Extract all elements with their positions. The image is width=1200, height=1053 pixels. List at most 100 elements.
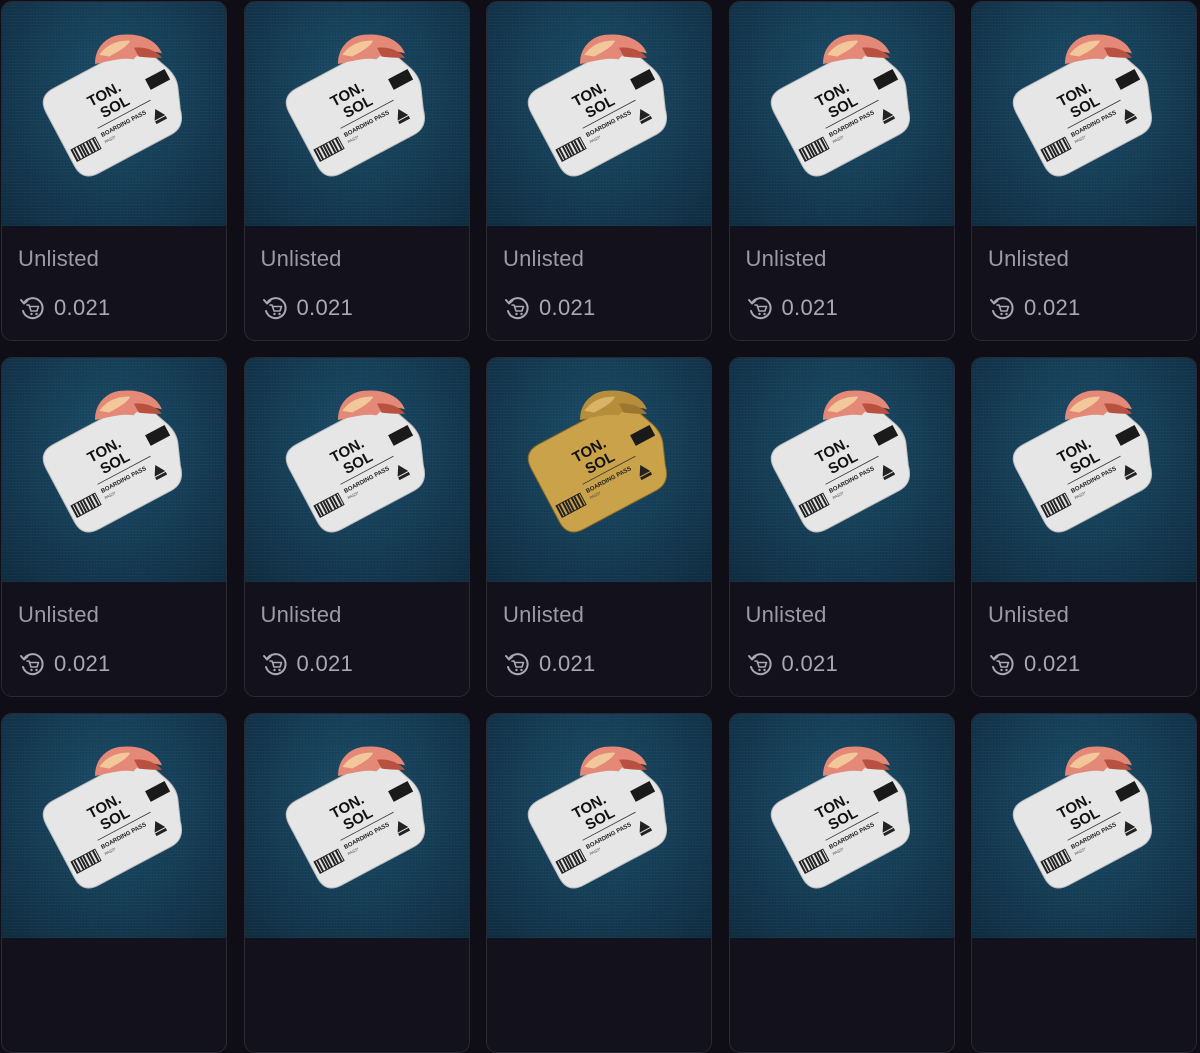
nft-card[interactable]: TON. SOL BOARDING PASS PASS* xyxy=(1,357,227,697)
price-value: 0.021 xyxy=(781,651,839,676)
boarding-pass-ticket-icon: TON. SOL BOARDING PASS PASS* xyxy=(285,390,425,533)
nft-card-info: Unlisted 0.021 xyxy=(729,582,954,696)
nft-image[interactable]: TON. SOL BOARDING PASS PASS* xyxy=(2,2,226,226)
nft-image[interactable]: TON. SOL BOARDING PASS PASS* xyxy=(972,714,1196,938)
nft-grid: TON. SOL BOARDING PASS PASS* Unlisted 0.… xyxy=(1,1,1197,1053)
price-row: 0.021 xyxy=(746,650,839,678)
boarding-pass-ticket-icon: TON. SOL BOARDING PASS PASS* xyxy=(42,34,183,177)
nft-image[interactable]: TON. SOL BOARDING PASS PASS* xyxy=(487,714,711,938)
nft-card[interactable]: TON. SOL BOARDING PASS PASS* xyxy=(243,713,470,1053)
nft-card-info xyxy=(487,938,711,1052)
boarding-pass-ticket-icon: TON. SOL BOARDING PASS PASS* xyxy=(42,746,183,889)
nft-card[interactable]: TON. SOL BOARDING PASS PASS* xyxy=(728,713,955,1053)
nft-image[interactable]: TON. SOL BOARDING PASS PASS* xyxy=(2,358,226,582)
nft-card[interactable]: TON. SOL BOARDING PASS PASS* xyxy=(971,713,1197,1053)
nft-card[interactable]: TON. SOL BOARDING PASS PASS* xyxy=(971,357,1197,697)
nft-card-info: Unlisted 0.021 xyxy=(487,226,711,340)
boarding-pass-ticket-icon: TON. SOL BOARDING PASS PASS* xyxy=(285,746,425,889)
nft-card[interactable]: TON. SOL BOARDING PASS PASS* xyxy=(486,357,712,697)
nft-card[interactable]: TON. SOL BOARDING PASS PASS* xyxy=(486,713,712,1053)
boarding-pass-ticket-icon: TON. SOL BOARDING PASS PASS* xyxy=(1012,34,1153,177)
nft-image[interactable]: TON. SOL BOARDING PASS PASS* xyxy=(244,714,469,938)
listing-status: Unlisted xyxy=(988,246,1070,271)
listing-status: Unlisted xyxy=(18,602,100,627)
price-row: 0.021 xyxy=(18,650,111,678)
cart-cycle-icon xyxy=(505,297,529,320)
listing-status: Unlisted xyxy=(18,246,100,271)
nft-image[interactable]: TON. SOL BOARDING PASS PASS* xyxy=(487,2,711,226)
price-row: 0.021 xyxy=(261,294,354,322)
nft-image[interactable]: TON. SOL BOARDING PASS PASS* xyxy=(487,358,711,582)
boarding-pass-ticket-icon: TON. SOL BOARDING PASS PASS* xyxy=(527,390,668,533)
price-row: 0.021 xyxy=(503,650,596,678)
nft-image[interactable]: TON. SOL BOARDING PASS PASS* xyxy=(244,2,469,226)
price-value: 0.021 xyxy=(1024,295,1081,320)
nft-card-info xyxy=(2,938,226,1052)
nft-card-info xyxy=(729,938,954,1052)
boarding-pass-ticket-icon: TON. SOL BOARDING PASS PASS* xyxy=(770,34,910,177)
cart-cycle-icon xyxy=(20,653,44,676)
cart-cycle-icon xyxy=(262,653,287,676)
nft-card[interactable]: TON. SOL BOARDING PASS PASS* xyxy=(971,1,1197,341)
price-row: 0.021 xyxy=(988,650,1081,678)
boarding-pass-ticket-icon: TON. SOL BOARDING PASS PASS* xyxy=(770,390,910,533)
nft-image[interactable]: TON. SOL BOARDING PASS PASS* xyxy=(729,358,954,582)
price-row: 0.021 xyxy=(503,294,596,322)
nft-card-info: Unlisted 0.021 xyxy=(244,226,469,340)
nft-card[interactable]: TON. SOL BOARDING PASS PASS* xyxy=(486,1,712,341)
nft-image[interactable]: TON. SOL BOARDING PASS PASS* xyxy=(729,714,954,938)
cart-cycle-icon xyxy=(20,297,44,320)
listing-status: Unlisted xyxy=(988,602,1070,627)
nft-card[interactable]: TON. SOL BOARDING PASS PASS* xyxy=(1,1,227,341)
nft-card[interactable]: TON. SOL BOARDING PASS PASS* xyxy=(243,1,470,341)
boarding-pass-ticket-icon: TON. SOL BOARDING PASS PASS* xyxy=(1012,390,1153,533)
cart-cycle-icon xyxy=(262,297,287,320)
nft-image[interactable]: TON. SOL BOARDING PASS PASS* xyxy=(972,2,1196,226)
boarding-pass-ticket-icon: TON. SOL BOARDING PASS PASS* xyxy=(1012,746,1153,889)
cart-cycle-icon xyxy=(747,297,772,320)
nft-card-info: Unlisted 0.021 xyxy=(244,582,469,696)
price-row: 0.021 xyxy=(988,294,1081,322)
listing-status: Unlisted xyxy=(260,246,342,271)
nft-card-info: Unlisted 0.021 xyxy=(972,582,1196,696)
price-value: 0.021 xyxy=(539,295,596,320)
nft-card[interactable]: TON. SOL BOARDING PASS PASS* xyxy=(1,713,227,1053)
listing-status: Unlisted xyxy=(260,602,342,627)
boarding-pass-ticket-icon: TON. SOL BOARDING PASS PASS* xyxy=(770,746,910,889)
price-value: 0.021 xyxy=(296,295,354,320)
listing-status: Unlisted xyxy=(745,246,827,271)
nft-card[interactable]: TON. SOL BOARDING PASS PASS* xyxy=(728,1,955,341)
price-row: 0.021 xyxy=(261,650,354,678)
nft-card-info xyxy=(972,938,1196,1052)
nft-image[interactable]: TON. SOL BOARDING PASS PASS* xyxy=(2,714,226,938)
nft-card-info: Unlisted 0.021 xyxy=(729,226,954,340)
cart-cycle-icon xyxy=(990,653,1014,676)
nft-image[interactable]: TON. SOL BOARDING PASS PASS* xyxy=(729,2,954,226)
boarding-pass-ticket-icon: TON. SOL BOARDING PASS PASS* xyxy=(42,390,183,533)
nft-card-info: Unlisted 0.021 xyxy=(972,226,1196,340)
boarding-pass-ticket-icon: TON. SOL BOARDING PASS PASS* xyxy=(285,34,425,177)
nft-card-info: Unlisted 0.021 xyxy=(2,226,226,340)
boarding-pass-ticket-icon: TON. SOL BOARDING PASS PASS* xyxy=(527,746,668,889)
price-value: 0.021 xyxy=(296,651,354,676)
nft-card-info: Unlisted 0.021 xyxy=(2,582,226,696)
nft-image[interactable]: TON. SOL BOARDING PASS PASS* xyxy=(244,358,469,582)
nft-card[interactable]: TON. SOL BOARDING PASS PASS* xyxy=(243,357,470,697)
price-value: 0.021 xyxy=(539,651,596,676)
listing-status: Unlisted xyxy=(503,246,585,271)
price-row: 0.021 xyxy=(18,294,111,322)
price-value: 0.021 xyxy=(54,295,111,320)
cart-cycle-icon xyxy=(990,297,1014,320)
nft-image[interactable]: TON. SOL BOARDING PASS PASS* xyxy=(972,358,1196,582)
nft-card[interactable]: TON. SOL BOARDING PASS PASS* xyxy=(728,357,955,697)
price-value: 0.021 xyxy=(1024,651,1081,676)
nft-card-info: Unlisted 0.021 xyxy=(487,582,711,696)
boarding-pass-ticket-icon: TON. SOL BOARDING PASS PASS* xyxy=(527,34,668,177)
price-row: 0.021 xyxy=(746,294,839,322)
cart-cycle-icon xyxy=(747,653,772,676)
listing-status: Unlisted xyxy=(503,602,585,627)
nft-card-info xyxy=(244,938,469,1052)
listing-status: Unlisted xyxy=(745,602,827,627)
price-value: 0.021 xyxy=(54,651,111,676)
cart-cycle-icon xyxy=(505,653,529,676)
